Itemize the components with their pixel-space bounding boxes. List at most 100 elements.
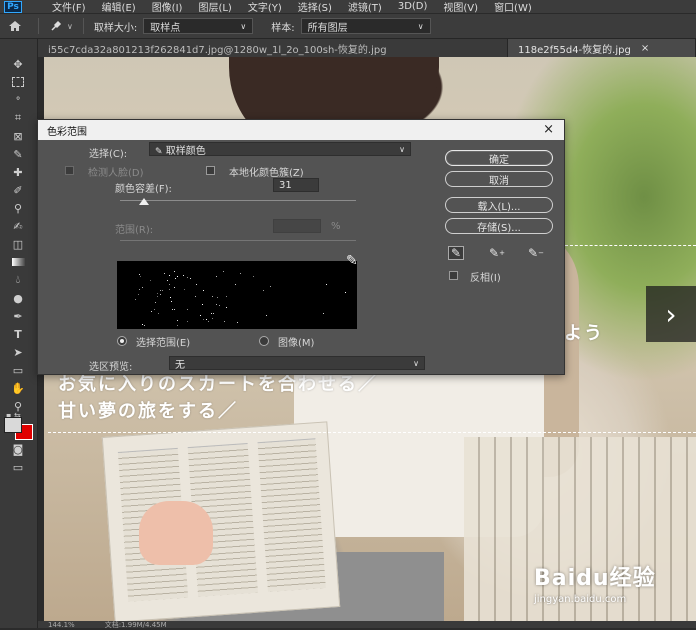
menu-select[interactable]: 选择(S) (290, 0, 340, 14)
photo-hand (139, 501, 213, 565)
image-mode-radio[interactable] (259, 336, 269, 346)
brush-tool-icon[interactable]: ✐ (9, 183, 27, 197)
frame-tool-icon[interactable]: ⊠ (9, 129, 27, 143)
eyedropper-icon[interactable] (47, 20, 65, 32)
fuzziness-slider-track[interactable] (120, 200, 356, 201)
select-dropdown[interactable]: ✎ 取样颜色 ∨ (149, 142, 411, 157)
eyedropper-plus-icon[interactable]: ✎ + (489, 246, 505, 260)
selection-mode-label: 选择范围(E) (136, 338, 191, 349)
select-value-group: ✎ 取样颜色 (155, 142, 206, 157)
preview-speck (172, 309, 174, 311)
quick-mask-icon[interactable]: ◙ (9, 442, 27, 456)
invert-checkbox[interactable] (449, 271, 458, 280)
sample-label: 样本: (271, 22, 295, 34)
menu-file[interactable]: 文件(F) (44, 0, 94, 14)
eyedropper-tool-icon[interactable]: ✎ (9, 147, 27, 161)
fuzziness-slider-thumb[interactable] (138, 198, 149, 205)
next-image-arrow-icon[interactable]: › (646, 286, 696, 342)
photo-book (101, 421, 341, 621)
menu-bar: Ps 文件(F) 编辑(E) 图像(I) 图层(L) 文字(Y) 选择(S) 滤… (0, 0, 696, 14)
tab-label: i55c7cda32a801213f262841d7.jpg@1280w_1l_… (48, 44, 387, 56)
preview-speck (240, 272, 242, 274)
home-icon[interactable] (0, 20, 30, 32)
type-tool-icon[interactable]: T (9, 327, 27, 341)
preview-speck (263, 289, 265, 291)
preview-speck (236, 321, 238, 323)
sample-size-select[interactable]: 取样点 ∨ (143, 18, 254, 34)
selection-preview-thumbnail[interactable] (117, 261, 357, 329)
eraser-tool-icon[interactable]: ◫ (9, 237, 27, 251)
preview-speck (168, 288, 170, 290)
menu-edit[interactable]: 编辑(E) (94, 0, 144, 14)
menu-3d[interactable]: 3D(D) (390, 1, 436, 12)
detect-faces-checkbox[interactable] (65, 166, 74, 175)
selection-preview-value: 无 (175, 359, 185, 371)
history-brush-icon[interactable]: ✍ (9, 219, 27, 233)
menu-layer[interactable]: 图层(L) (190, 0, 239, 14)
pen-tool-icon[interactable]: ✒ (9, 309, 27, 323)
chevron-down-icon: ∨ (413, 358, 419, 368)
range-input[interactable] (273, 219, 321, 233)
ok-button[interactable]: 确定 (445, 150, 553, 166)
fuzziness-input[interactable]: 31 (273, 178, 319, 192)
close-icon[interactable]: × (543, 122, 554, 137)
tab-document-2[interactable]: 118e2f55d4-恢复的.jpg × (508, 39, 696, 57)
marquee-tool-icon[interactable] (9, 75, 27, 89)
menu-filter[interactable]: 滤镜(T) (340, 0, 390, 14)
cancel-button[interactable]: 取消 (445, 171, 553, 187)
document-size: 文档:1.99M/4.45M (104, 620, 167, 629)
image-mode-label: 图像(M) (278, 338, 315, 349)
sample-size-label: 取样大小: (93, 22, 138, 34)
blur-tool-icon[interactable]: 💧︎ (9, 273, 27, 287)
selection-marquee-top (565, 245, 696, 246)
foreground-color-swatch[interactable] (4, 417, 22, 433)
clone-stamp-icon[interactable]: ⚲ (9, 201, 27, 215)
save-button[interactable]: 存储(S)... (445, 218, 553, 234)
selection-marquee-bottom (48, 432, 696, 433)
preview-speck (182, 275, 184, 277)
move-tool-icon[interactable]: ✥ (9, 57, 27, 71)
rectangle-tool-icon[interactable]: ▭ (9, 363, 27, 377)
tool-preset-chevron-icon[interactable]: ∨ (67, 22, 73, 31)
zoom-level[interactable]: 144.1% (48, 621, 75, 629)
preview-speck (149, 280, 151, 282)
preview-speck (143, 325, 145, 327)
screen-mode-icon[interactable]: ▭ (9, 460, 27, 474)
watermark-url: jingyan.baidu.com (534, 594, 627, 605)
range-slider-track[interactable] (120, 240, 356, 241)
menu-window[interactable]: 窗口(W) (486, 0, 540, 14)
preview-speck (210, 313, 212, 315)
select-label: 选择(C): (89, 149, 128, 160)
localized-clusters-checkbox[interactable] (206, 166, 215, 175)
selection-mode-radio[interactable] (117, 336, 127, 346)
load-button[interactable]: 载入(L)... (445, 197, 553, 213)
preview-speck (137, 293, 139, 295)
hand-tool-icon[interactable]: ✋ (9, 381, 27, 395)
preview-speck (213, 313, 215, 315)
eyedropper-icon[interactable]: ✎ (448, 246, 464, 260)
menu-view[interactable]: 视图(V) (435, 0, 486, 14)
eyedropper-minus-icon[interactable]: ✎ − (528, 246, 544, 260)
crop-tool-icon[interactable]: ⌗ (9, 111, 27, 125)
invert-label: 反相(I) (470, 273, 501, 284)
path-selection-icon[interactable]: ➤ (9, 345, 27, 359)
preview-speck (170, 301, 172, 303)
sample-select[interactable]: 所有图层 ∨ (300, 18, 431, 34)
range-percent: % (331, 221, 341, 232)
selection-preview-dropdown[interactable]: 无 ∨ (169, 356, 425, 371)
preview-speck (184, 288, 186, 290)
menu-image[interactable]: 图像(I) (144, 0, 191, 14)
tab-document-1[interactable]: i55c7cda32a801213f262841d7.jpg@1280w_1l_… (38, 39, 508, 57)
preview-speck (270, 286, 272, 287)
preview-speck (168, 275, 170, 277)
dialog-title-bar[interactable]: 色彩范围 × (38, 120, 564, 140)
menu-type[interactable]: 文字(Y) (240, 0, 290, 14)
gradient-tool-icon[interactable] (9, 255, 27, 269)
healing-brush-icon[interactable]: ✚ (9, 165, 27, 179)
preview-speck (203, 289, 205, 291)
dodge-tool-icon[interactable]: ● (9, 291, 27, 305)
lasso-tool-icon[interactable]: ᐤ (9, 93, 27, 107)
preview-speck (170, 297, 172, 299)
preview-speck (216, 297, 218, 299)
tab-close-icon[interactable]: × (641, 43, 649, 54)
